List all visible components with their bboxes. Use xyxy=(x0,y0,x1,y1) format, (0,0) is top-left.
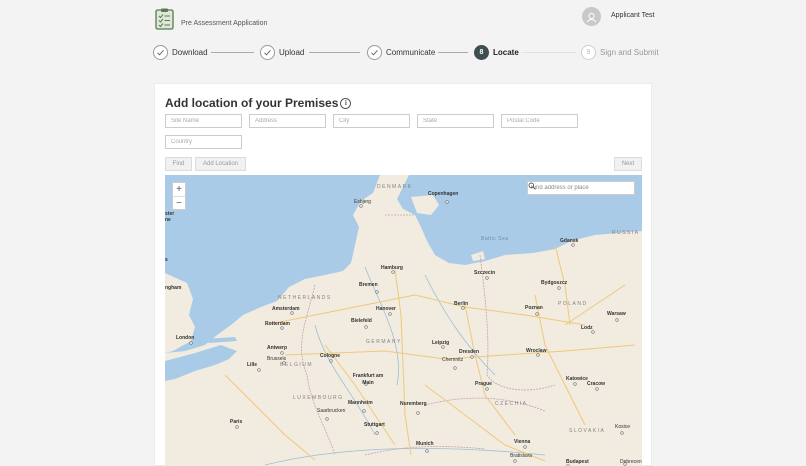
step-sign-and-submit[interactable]: 9 Sign and Submit xyxy=(581,44,659,60)
step-label: Communicate xyxy=(386,47,436,57)
map-label-city: s xyxy=(165,257,168,263)
user-name[interactable]: Applicant Test xyxy=(611,12,654,19)
map-label-country: GERMANY xyxy=(366,339,402,345)
checkmark-icon xyxy=(260,44,275,60)
map-label-city: Paris xyxy=(230,419,243,425)
map-label-country: POLAND xyxy=(558,301,588,307)
map-label-city: Szczecin xyxy=(474,270,496,276)
map-label-city: Nuremberg xyxy=(400,401,427,407)
step-connector xyxy=(438,52,468,53)
map-label-city: ngham xyxy=(165,285,182,291)
map-label-city: Bielefeld xyxy=(351,318,372,324)
search-icon[interactable] xyxy=(528,182,634,194)
map-label-city: Budapest xyxy=(566,459,589,465)
step-label: Download xyxy=(172,47,208,57)
map-view[interactable]: DENMARK Copenhagen Esbjerg Baltic Sea Gd… xyxy=(165,175,642,466)
map-label-country: LUXEMBOURG xyxy=(293,395,344,401)
map-label-city: Bydgoszcz xyxy=(541,280,568,286)
map-label-city: Dresden xyxy=(459,349,480,355)
step-label: Locate xyxy=(493,47,519,57)
add-location-button[interactable]: Add Location xyxy=(195,157,246,171)
map-label-country: CZECHIA xyxy=(495,401,528,407)
map-label-country: SLOVAKIA xyxy=(569,428,606,434)
step-label: Upload xyxy=(279,47,305,57)
step-connector xyxy=(309,52,360,53)
step-label: Sign and Submit xyxy=(600,47,659,57)
info-icon[interactable]: i xyxy=(340,97,352,109)
page-title: Add location of your Premises i xyxy=(165,96,352,110)
map-label-city: Esbjerg xyxy=(354,199,371,205)
zoom-out-button[interactable]: − xyxy=(173,196,185,209)
user-icon xyxy=(586,12,597,23)
app-title: Pre Assessment Application xyxy=(181,20,268,27)
map-label-city: ster ne xyxy=(165,211,175,223)
location-card: Add location of your Premises i Find Add… xyxy=(154,83,652,466)
page-title-text: Add location of your Premises xyxy=(165,96,339,110)
map-label-city: London xyxy=(176,335,195,341)
map-label-city: Poznan xyxy=(525,305,543,311)
map-label-city: Leipzig xyxy=(432,340,450,346)
app-header: Pre Assessment Application Applicant Tes… xyxy=(0,0,806,40)
postal-code-input[interactable] xyxy=(501,114,578,128)
map-label-city: Copenhagen xyxy=(428,191,459,197)
map-label-city: Hamburg xyxy=(381,265,403,271)
state-input[interactable] xyxy=(417,114,494,128)
step-locate[interactable]: 8 Locate xyxy=(474,44,519,60)
checkmark-icon xyxy=(153,44,168,60)
map-label-city: Vienna xyxy=(514,439,531,445)
map-label-city: Cracow xyxy=(587,381,606,387)
step-connector xyxy=(521,52,576,53)
map-label-city: Lodz xyxy=(581,325,593,331)
step-number: 8 xyxy=(474,44,489,60)
city-input[interactable] xyxy=(333,114,410,128)
map-label-city: Stuttgart xyxy=(364,422,385,428)
map-label-city: Chemnitz xyxy=(442,357,464,363)
step-communicate[interactable]: Communicate xyxy=(367,44,435,60)
map-label-city: Bratislava xyxy=(510,453,532,459)
country-input[interactable] xyxy=(165,135,242,149)
map-label-country: DENMARK xyxy=(377,184,413,190)
map-label-sea: Baltic Sea xyxy=(481,236,509,242)
map-label-city: Katowice xyxy=(566,376,588,382)
map-label-city: Saarbrucken xyxy=(317,408,346,414)
map-label-country: BELGIUM xyxy=(280,362,314,368)
map-label-country: RUSSIA xyxy=(612,230,640,236)
map-label-city: Hanover xyxy=(376,306,397,312)
step-upload[interactable]: Upload xyxy=(260,44,304,60)
map-search-box xyxy=(527,181,635,195)
map-label-city: Wroclaw xyxy=(526,348,547,354)
map-label-city: Berlin xyxy=(454,301,469,307)
map-search-input[interactable] xyxy=(528,182,620,194)
step-number: 9 xyxy=(581,44,596,60)
map-label-city: Warsaw xyxy=(607,311,626,317)
site-name-input[interactable] xyxy=(165,114,242,128)
map-label-city: Bremen xyxy=(359,282,378,288)
map-label-city: Antwerp xyxy=(267,345,287,351)
map-label-city: Debrecen xyxy=(620,459,642,465)
map-label-city: Kosice xyxy=(615,424,631,430)
step-download[interactable]: Download xyxy=(153,44,208,60)
map-label-city: Mannheim xyxy=(348,400,373,406)
step-connector xyxy=(211,52,254,53)
map-label-city: Prague xyxy=(475,381,492,387)
find-button[interactable]: Find xyxy=(165,157,192,171)
address-input[interactable] xyxy=(249,114,326,128)
map-label-city: Lille xyxy=(247,362,258,368)
map-label-country: NETHERLANDS xyxy=(278,295,332,301)
map-label-city: Frankfurt am Main xyxy=(352,373,384,386)
map-label-city: Cologne xyxy=(320,353,340,359)
map-label-city: Amsterdam xyxy=(272,306,300,312)
clipboard-logo-icon xyxy=(155,8,174,30)
avatar[interactable] xyxy=(582,7,601,26)
map-label-city: Rotterdam xyxy=(265,321,291,327)
map-label-city: Munich xyxy=(416,441,434,447)
zoom-in-button[interactable]: + xyxy=(173,183,185,196)
map-label-city: Gdansk xyxy=(560,238,579,244)
checkmark-icon xyxy=(367,44,382,60)
next-button[interactable]: Next xyxy=(614,157,642,171)
zoom-control: + − xyxy=(172,182,186,210)
progress-stepper: Download Upload Communicate 8 Locate 9 S… xyxy=(0,44,806,62)
